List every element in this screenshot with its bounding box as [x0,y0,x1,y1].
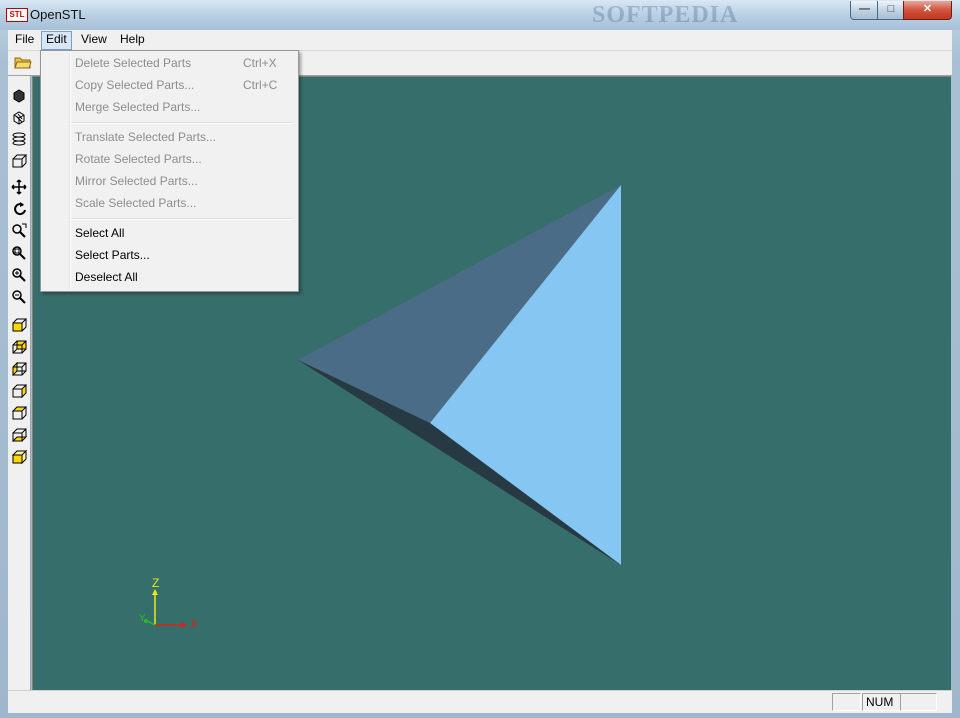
minimize-button[interactable]: — [850,1,879,20]
app-icon[interactable]: STL [6,8,28,22]
menu-separator [71,122,293,124]
menu-rotate-selected-parts[interactable]: Rotate Selected Parts... [75,149,202,169]
view-bottom-icon[interactable] [10,426,28,444]
zoom-fit-icon[interactable] [10,244,28,262]
menu-select-all[interactable]: Select All [75,223,124,243]
menu-merge-selected-parts[interactable]: Merge Selected Parts... [75,97,200,117]
axis-triad: Z X Y [139,577,198,631]
menu-scale-selected-parts[interactable]: Scale Selected Parts... [75,193,196,213]
view-iso-icon[interactable] [10,448,28,466]
view-toolbar [8,76,31,690]
wireframe-view-icon[interactable] [10,108,28,126]
y-axis-label: Y [139,613,146,624]
menu-gutter [69,53,71,289]
title-bar[interactable]: STL OpenSTL SOFTPEDIA — □ ✕ [0,0,960,30]
maximize-button[interactable]: □ [877,1,905,20]
shortcut-delete: Ctrl+X [243,56,277,70]
menu-mirror-selected-parts[interactable]: Mirror Selected Parts... [75,171,198,191]
status-cap-pane [832,693,861,711]
view-front-icon[interactable] [10,316,28,334]
menu-delete-selected-parts[interactable]: Delete Selected Parts [75,53,191,73]
status-num-pane: NUM [862,693,901,711]
box-view-icon[interactable] [10,152,28,170]
zoom-window-icon[interactable] [10,222,28,240]
rotate-icon[interactable] [10,200,28,218]
view-right-icon[interactable] [10,382,28,400]
view-left-icon[interactable] [10,360,28,378]
view-top-icon[interactable] [10,404,28,422]
menu-separator [71,218,293,220]
menu-help[interactable]: Help [116,31,149,48]
edit-dropdown-menu: Delete Selected Parts Ctrl+X Copy Select… [40,50,299,292]
menu-select-parts[interactable]: Select Parts... [75,245,150,265]
menu-bar: File Edit View Help [8,30,952,51]
close-button[interactable]: ✕ [903,1,952,20]
zoom-out-icon[interactable] [10,288,28,306]
status-bar: NUM [8,690,952,713]
menu-translate-selected-parts[interactable]: Translate Selected Parts... [75,127,216,147]
menu-copy-selected-parts[interactable]: Copy Selected Parts... [75,75,194,95]
menu-deselect-all[interactable]: Deselect All [75,267,138,287]
application-window: STL OpenSTL SOFTPEDIA — □ ✕ File Edit Vi… [0,0,960,718]
menu-file[interactable]: File [11,31,38,48]
zoom-in-icon[interactable] [10,266,28,284]
open-folder-icon[interactable] [14,54,32,70]
pan-icon[interactable] [10,178,28,196]
solid-view-icon[interactable] [10,86,28,104]
view-back-icon[interactable] [10,338,28,356]
z-axis-label: Z [152,577,159,590]
shortcut-copy: Ctrl+C [243,78,278,92]
menu-view[interactable]: View [77,31,111,48]
window-title: OpenSTL [30,7,86,22]
x-axis-label: X [190,617,198,631]
slice-view-icon[interactable] [10,130,28,148]
status-scroll-pane [900,693,937,711]
watermark: SOFTPEDIA [592,2,739,28]
menu-edit[interactable]: Edit [41,31,72,50]
